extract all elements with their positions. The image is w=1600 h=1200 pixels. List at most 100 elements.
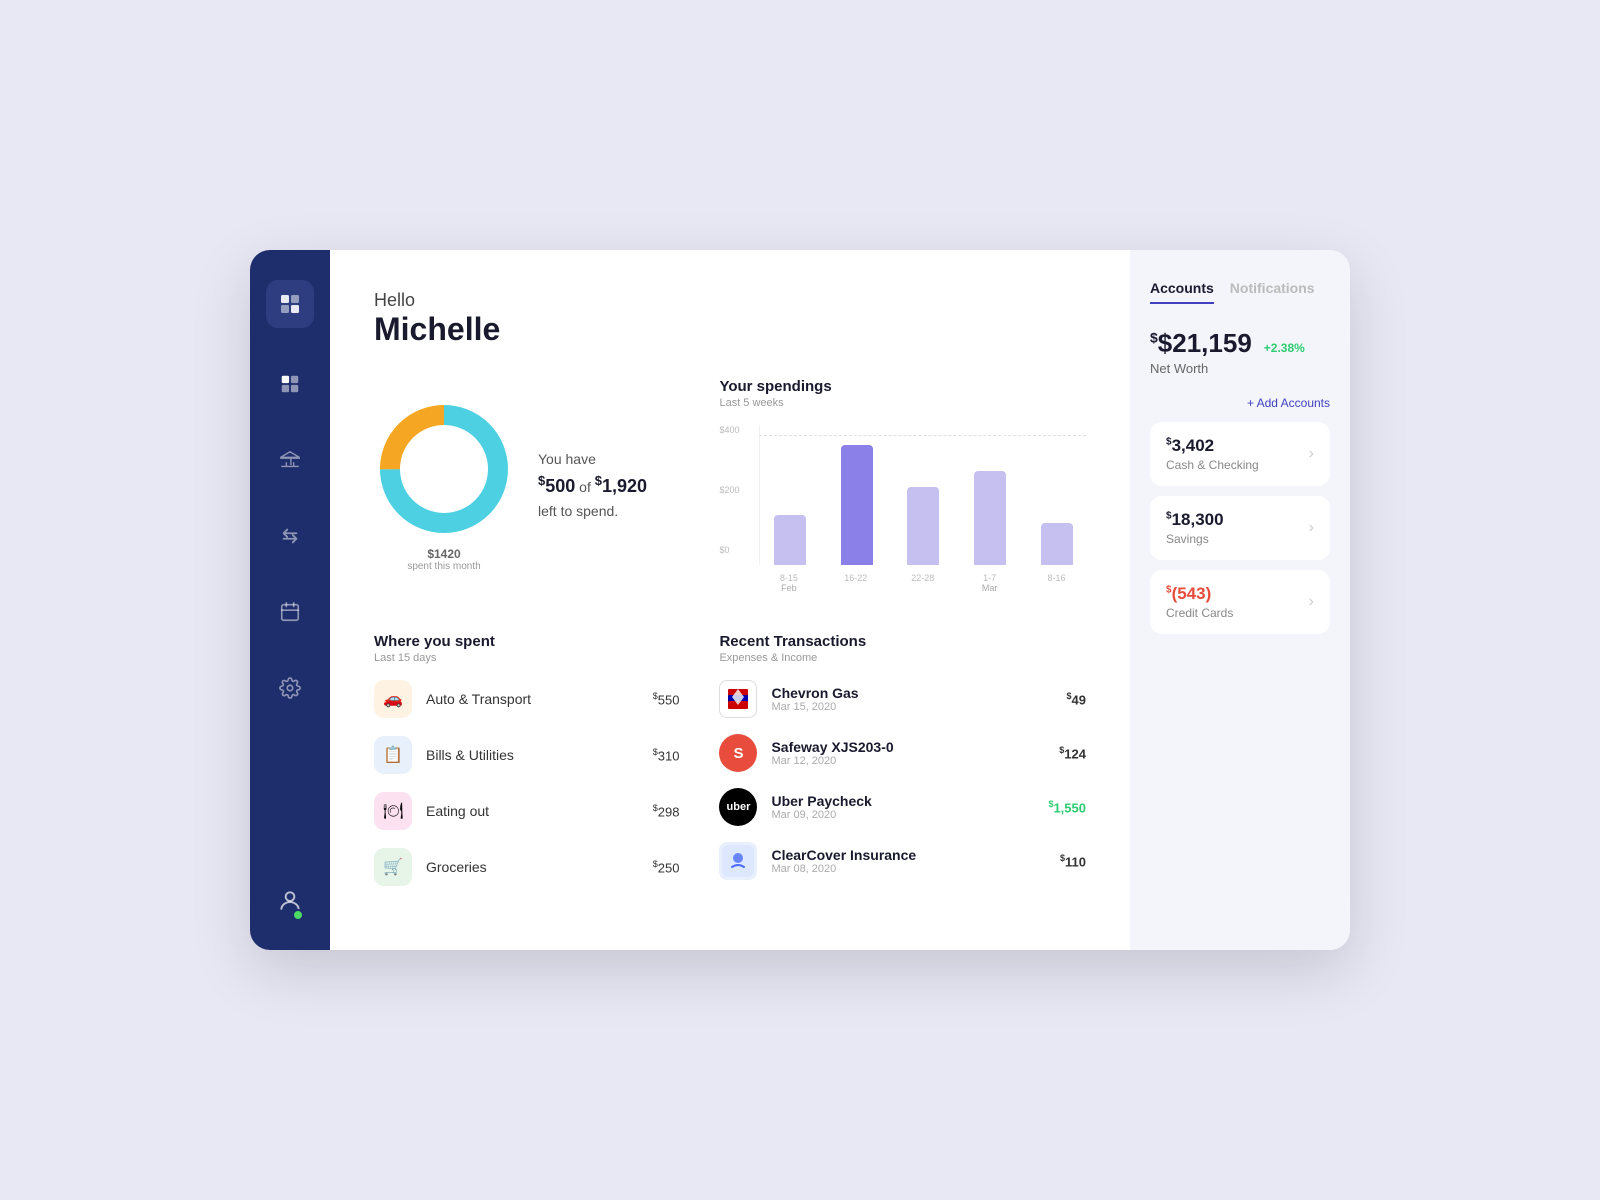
transaction-name: Safeway XJS203-0 [771, 739, 1045, 755]
budget-total: 1,920 [602, 476, 647, 496]
budget-suffix: left to spend. [538, 503, 618, 519]
bar [974, 471, 1006, 565]
transaction-name: Chevron Gas [771, 685, 1052, 701]
budget-section: $1420 spent this month You have $500 of … [374, 378, 679, 593]
bar-group [760, 515, 819, 565]
budget-prefix: You have [538, 451, 596, 467]
greeting-name: Michelle [374, 311, 1086, 348]
bar [907, 487, 939, 565]
account-balance: $18,300 [1166, 510, 1309, 530]
transaction-info: Chevron GasMar 15, 2020 [771, 685, 1052, 713]
spending-section: Your spendings Last 5 weeks $400$200$08-… [719, 378, 1086, 593]
transaction-info: ClearCover InsuranceMar 08, 2020 [771, 847, 1046, 875]
category-item: 📋 Bills & Utilities $310 [374, 736, 679, 774]
account-arrow-icon: › [1309, 519, 1314, 537]
category-amount: $298 [653, 803, 680, 819]
category-amount: $250 [653, 859, 680, 875]
transaction-amount: $1,550 [1048, 799, 1086, 815]
category-amount: $310 [653, 747, 680, 763]
where-spent-section: Where you spent Last 15 days 🚗 Auto & Tra… [374, 633, 679, 886]
sidebar-item-calendar[interactable] [270, 592, 310, 632]
app-container: Hello Michelle $1420 [250, 250, 1350, 950]
bar [774, 515, 806, 565]
bar [841, 445, 873, 565]
where-spent-title: Where you spent [374, 633, 679, 650]
transactions-section: Recent Transactions Expenses & Income Ch… [719, 633, 1086, 886]
transaction-list: Chevron GasMar 15, 2020 $49 S Safeway XJS20… [719, 680, 1086, 880]
transaction-name: Uber Paycheck [771, 793, 1034, 809]
net-worth-label: Net Worth [1150, 361, 1330, 376]
transaction-item: S Safeway XJS203-0Mar 12, 2020 $124 [719, 734, 1086, 772]
spent-label: spent this month [407, 561, 480, 572]
transaction-date: Mar 09, 2020 [771, 809, 1034, 821]
sidebar [250, 250, 330, 950]
bar [1041, 523, 1073, 565]
sidebar-item-dashboard[interactable] [270, 364, 310, 404]
transaction-item: ClearCover InsuranceMar 08, 2020 $110 [719, 842, 1086, 880]
transaction-date: Mar 08, 2020 [771, 863, 1046, 875]
account-balance: $3,402 [1166, 436, 1309, 456]
tab-accounts[interactable]: Accounts [1150, 280, 1214, 304]
budget-available: 500 [545, 476, 575, 496]
add-accounts-link[interactable]: + Add Accounts [1150, 396, 1330, 410]
bar-group [961, 471, 1020, 565]
transaction-logo-uber: uber [719, 788, 757, 826]
transaction-amount: $124 [1059, 745, 1086, 761]
transaction-name: ClearCover Insurance [771, 847, 1046, 863]
transaction-logo-safeway: S [719, 734, 757, 772]
category-name: Groceries [426, 859, 639, 875]
transaction-logo-clearcover [719, 842, 757, 880]
transaction-date: Mar 12, 2020 [771, 755, 1045, 767]
category-icon: 🛒 [374, 848, 412, 886]
sidebar-item-bank[interactable] [270, 440, 310, 480]
category-icon: 🚗 [374, 680, 412, 718]
sidebar-item-settings[interactable] [270, 668, 310, 708]
sidebar-avatar[interactable] [277, 888, 303, 920]
category-icon: 🍽 [374, 792, 412, 830]
category-icon: 📋 [374, 736, 412, 774]
category-name: Auto & Transport [426, 691, 639, 707]
transactions-title: Recent Transactions [719, 633, 1086, 650]
account-type: Savings [1166, 532, 1309, 546]
account-type: Credit Cards [1166, 606, 1309, 620]
account-card[interactable]: $3,402 Cash & Checking› [1150, 422, 1330, 486]
account-card[interactable]: $18,300 Savings› [1150, 496, 1330, 560]
category-amount: $550 [653, 691, 680, 707]
transaction-logo-chevron [719, 680, 757, 718]
transaction-amount: $110 [1060, 853, 1086, 869]
donut-chart [374, 399, 514, 539]
spending-subtitle: Last 5 weeks [719, 397, 1086, 409]
category-name: Bills & Utilities [426, 747, 639, 763]
right-panel: Accounts Notifications $$21,159 +2.38% N… [1130, 250, 1350, 950]
spending-title: Your spendings [719, 378, 1086, 395]
transactions-subtitle: Expenses & Income [719, 652, 1086, 664]
tab-notifications[interactable]: Notifications [1230, 280, 1315, 304]
transaction-info: Safeway XJS203-0Mar 12, 2020 [771, 739, 1045, 767]
account-type: Cash & Checking [1166, 458, 1309, 472]
transaction-item: Chevron GasMar 15, 2020 $49 [719, 680, 1086, 718]
spent-amount: $1420 [407, 547, 480, 561]
net-worth-change: +2.38% [1264, 341, 1305, 355]
net-worth-amount: $$21,159 [1150, 328, 1252, 359]
account-arrow-icon: › [1309, 445, 1314, 463]
transaction-info: Uber PaycheckMar 09, 2020 [771, 793, 1034, 821]
transaction-date: Mar 15, 2020 [771, 701, 1052, 713]
main-content: Hello Michelle $1420 [330, 250, 1130, 950]
where-spent-subtitle: Last 15 days [374, 652, 679, 664]
sidebar-item-transfer[interactable] [270, 516, 310, 556]
bar-group [827, 445, 886, 565]
panel-tabs: Accounts Notifications [1150, 280, 1330, 304]
account-card[interactable]: $(543)Credit Cards› [1150, 570, 1330, 634]
greeting-hello: Hello [374, 290, 1086, 311]
sidebar-logo [266, 280, 314, 328]
bar-group [1027, 523, 1086, 565]
net-worth-section: $$21,159 +2.38% Net Worth [1150, 328, 1330, 376]
transaction-item: uber Uber PaycheckMar 09, 2020 $1,550 [719, 788, 1086, 826]
transaction-amount: $49 [1067, 691, 1086, 707]
category-item: 🚗 Auto & Transport $550 [374, 680, 679, 718]
account-balance: $(543) [1166, 584, 1309, 604]
budget-text: You have $500 of $1,920 left to spend. [538, 448, 647, 523]
category-item: 🛒 Groceries $250 [374, 848, 679, 886]
accounts-list: $3,402Cash & Checking›$18,300Savings›$(5… [1150, 422, 1330, 644]
bar-chart [759, 425, 1086, 565]
